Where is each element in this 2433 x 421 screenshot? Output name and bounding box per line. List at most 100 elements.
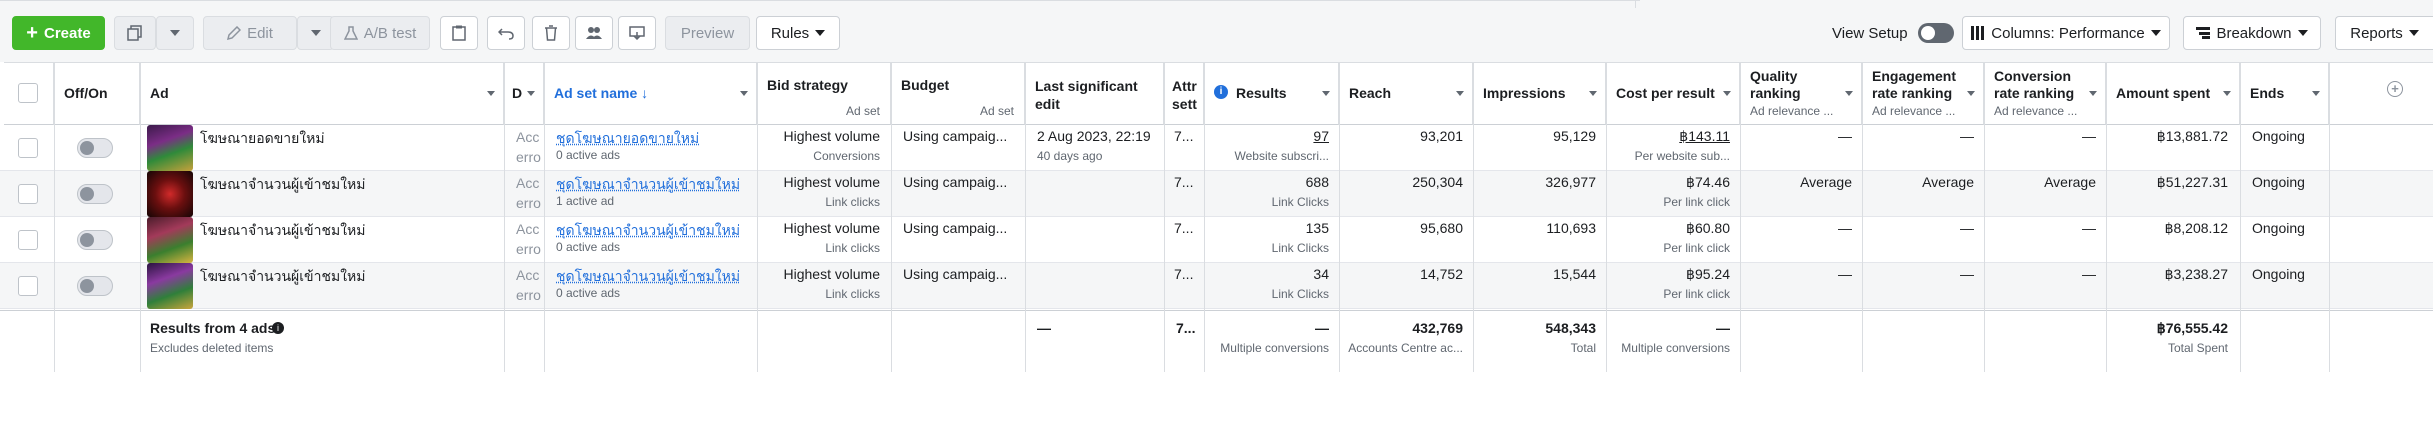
ad-name[interactable]: โฆษณาจำนวนผู้เข้าชมใหม่ — [200, 220, 366, 242]
people-icon — [586, 27, 602, 39]
delivery-status: Acc — [516, 267, 540, 283]
column-header-budget[interactable]: Budget Ad set — [891, 62, 1025, 125]
column-header-attribution[interactable]: Attr sett — [1164, 62, 1204, 125]
column-header-engagement-ranking[interactable]: Engagement rate ranking Ad relevance ... — [1862, 62, 1984, 125]
duplicate-dropdown-button[interactable] — [156, 16, 194, 50]
create-button[interactable]: + Create — [12, 16, 105, 50]
row-checkbox[interactable] — [18, 230, 38, 250]
ad-name[interactable]: โฆษณาจำนวนผู้เข้าชมใหม่ — [200, 266, 366, 288]
chevron-down-icon — [2089, 91, 2097, 96]
attribution-setting: 7... — [1174, 174, 1194, 190]
ab-test-button[interactable]: A/B test — [330, 16, 430, 50]
adset-active-ads: 0 active ads — [556, 240, 621, 254]
delivery-substatus: erro — [516, 149, 541, 165]
totals-results-sublabel: Multiple conversions — [1220, 341, 1329, 355]
column-header-bid[interactable]: Bid strategy Ad set — [757, 62, 891, 125]
edit-dropdown-button[interactable] — [297, 16, 334, 50]
totals-amount-spent: ฿76,555.42 — [2156, 320, 2228, 336]
adset-name-link[interactable]: ชุดโฆษณาจำนวนผู้เข้าชมใหม่ — [556, 266, 740, 288]
totals-label: Results from 4 ads — [150, 320, 276, 336]
adset-name-link[interactable]: ชุดโฆษณาจำนวนผู้เข้าชมใหม่ — [556, 220, 740, 242]
plus-icon: + — [26, 22, 38, 44]
results-value[interactable]: 97 — [1313, 128, 1329, 144]
column-header-adset[interactable]: Ad set name ↓ — [544, 62, 757, 125]
row-checkbox[interactable] — [18, 276, 38, 296]
column-header-ends[interactable]: Ends — [2240, 62, 2329, 125]
bid-strategy-sub: Conversions — [813, 149, 880, 163]
preview-button[interactable]: Preview — [665, 16, 750, 50]
column-header-reach[interactable]: Reach — [1339, 62, 1473, 125]
column-label: Impressions — [1483, 85, 1566, 101]
delete-button[interactable] — [532, 16, 570, 50]
clipboard-button[interactable] — [440, 16, 478, 50]
column-header-results[interactable]: i Results — [1204, 62, 1339, 125]
table-row[interactable]: โฆษณาจำนวนผู้เข้าชมใหม่ Acc erro ชุดโฆษณ… — [0, 217, 2433, 263]
table-row[interactable]: โฆษณายอดขายใหม่ Acc erro ชุดโฆษณายอดขายใ… — [0, 125, 2433, 171]
row-checkbox[interactable] — [18, 184, 38, 204]
column-header-ad[interactable]: Ad — [140, 62, 504, 125]
chevron-down-icon — [2312, 91, 2320, 96]
rules-button[interactable]: Rules — [756, 16, 840, 50]
column-divider — [2329, 62, 2330, 372]
ad-status-toggle[interactable] — [77, 138, 113, 158]
totals-cost-per-result: — — [1716, 320, 1730, 336]
column-header-last-edit[interactable]: Last significant edit — [1025, 62, 1164, 125]
adset-name-link[interactable]: ชุดโฆษณายอดขายใหม่ — [556, 128, 699, 150]
ad-status-toggle[interactable] — [77, 276, 113, 296]
chevron-down-icon — [1456, 91, 1464, 96]
column-header-conversion-ranking[interactable]: Conversion rate ranking Ad relevance ... — [1984, 62, 2106, 125]
audience-button[interactable] — [575, 16, 613, 50]
engagement-ranking: Average — [1922, 174, 1974, 190]
info-icon[interactable]: i — [1214, 85, 1228, 99]
columns-button[interactable]: Columns: Performance — [1962, 16, 2170, 50]
reports-button[interactable]: Reports — [2335, 16, 2433, 50]
attribution-setting: 7... — [1174, 266, 1194, 282]
view-setup-control[interactable]: View Setup — [1832, 16, 1982, 50]
chevron-down-icon — [1322, 91, 1330, 96]
edit-button[interactable]: Edit — [203, 16, 297, 50]
cost-per-result-value[interactable]: ฿143.11 — [1679, 128, 1730, 145]
export-button[interactable] — [618, 16, 656, 50]
attribution-setting: 7... — [1174, 128, 1194, 144]
row-checkbox[interactable] — [18, 138, 38, 158]
quality-ranking: Average — [1800, 174, 1852, 190]
column-divider — [1740, 62, 1741, 372]
column-header-offon[interactable]: Off/On — [54, 62, 140, 125]
column-label: D — [512, 85, 523, 101]
results-type: Link Clicks — [1271, 287, 1329, 301]
column-header-delivery[interactable]: D — [504, 62, 544, 125]
column-header-quality-ranking[interactable]: Quality ranking Ad relevance ... — [1740, 62, 1862, 125]
view-setup-toggle[interactable] — [1917, 23, 1954, 43]
column-header-cost-per-result[interactable]: Cost per result — [1606, 62, 1740, 125]
table-row[interactable]: โฆษณาจำนวนผู้เข้าชมใหม่ Acc erro ชุดโฆษณ… — [0, 263, 2433, 309]
column-label: Ends — [2250, 85, 2285, 101]
adset-active-ads: 0 active ads — [556, 148, 621, 162]
duplicate-button[interactable] — [114, 16, 156, 50]
adset-name-link[interactable]: ชุดโฆษณาจำนวนผู้เข้าชมใหม่ — [556, 174, 740, 196]
ad-status-toggle[interactable] — [77, 184, 113, 204]
table-row[interactable]: โฆษณาจำนวนผู้เข้าชมใหม่ Acc erro ชุดโฆษณ… — [0, 171, 2433, 217]
column-header-impressions[interactable]: Impressions — [1473, 62, 1606, 125]
impressions-value: 326,977 — [1545, 174, 1596, 190]
column-sublabel: Ad set — [845, 104, 880, 118]
budget-value: Using campaig... — [903, 266, 1008, 282]
column-label: Conversion rate ranking — [1994, 68, 2075, 101]
columns-label: Columns: Performance — [1991, 24, 2145, 42]
column-divider — [1473, 62, 1474, 372]
add-column-icon[interactable]: + — [2387, 81, 2403, 97]
chevron-down-icon — [1845, 91, 1853, 96]
chevron-down-icon — [1967, 91, 1975, 96]
ad-name[interactable]: โฆษณายอดขายใหม่ — [200, 128, 325, 150]
info-icon[interactable]: i — [272, 322, 284, 334]
column-divider — [891, 62, 892, 372]
select-all-checkbox[interactable] — [18, 83, 38, 103]
undo-button[interactable] — [487, 16, 525, 50]
undo-icon — [498, 28, 514, 40]
breakdown-button[interactable]: Breakdown — [2183, 16, 2321, 50]
reach-value: 14,752 — [1420, 266, 1463, 282]
column-divider — [140, 62, 141, 372]
column-header-amount-spent[interactable]: Amount spent — [2106, 62, 2240, 125]
ad-thumbnail — [147, 171, 193, 217]
ad-name[interactable]: โฆษณาจำนวนผู้เข้าชมใหม่ — [200, 174, 366, 196]
ad-status-toggle[interactable] — [77, 230, 113, 250]
